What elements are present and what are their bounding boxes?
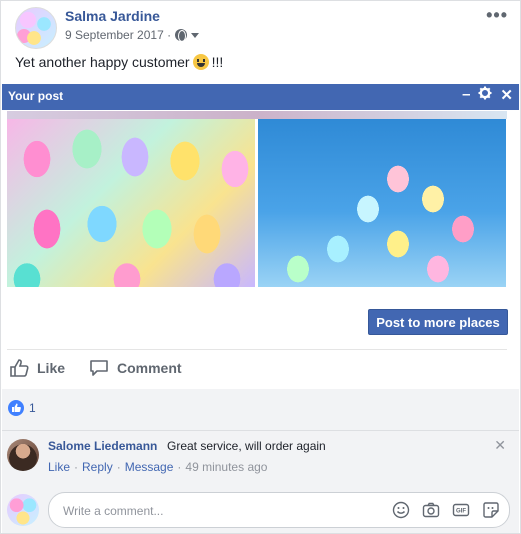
post-photo-1[interactable]: [7, 119, 255, 287]
current-user-avatar: [7, 494, 39, 526]
post-card: Salma Jardine 9 September 2017 · ••• Yet…: [0, 0, 521, 534]
emoji-icon[interactable]: [391, 500, 411, 520]
divider: [7, 349, 507, 350]
post-text: Yet another happy customer !!!: [15, 54, 223, 70]
svg-text:GIF: GIF: [456, 509, 466, 515]
comment-like-link[interactable]: Like: [48, 460, 70, 474]
comment-input[interactable]: [61, 493, 365, 529]
comment-actions: Like · Reply · Message · 49 minutes ago: [48, 460, 267, 474]
comment-reply-link[interactable]: Reply: [82, 460, 113, 474]
reaction-count: 1: [29, 401, 36, 415]
photo-strip: [7, 111, 507, 119]
separator-dot: ·: [116, 460, 121, 474]
chevron-down-icon[interactable]: [191, 32, 200, 38]
gear-icon[interactable]: [478, 86, 492, 104]
comment-composer: GIF: [48, 492, 510, 529]
commenter-avatar[interactable]: [7, 439, 39, 471]
your-post-panel-header: Your post – ✕: [2, 84, 519, 110]
author-avatar[interactable]: [15, 7, 57, 49]
close-icon[interactable]: ✕: [494, 437, 506, 454]
composer-icons: GIF: [391, 500, 501, 520]
comment-button[interactable]: Comment: [89, 359, 182, 377]
comment-text: Great service, will order again: [167, 439, 326, 453]
like-button[interactable]: Like: [9, 359, 65, 377]
post-photo-2[interactable]: [258, 119, 506, 287]
close-icon[interactable]: ✕: [500, 86, 513, 104]
globe-icon[interactable]: [175, 29, 188, 42]
panel-controls: – ✕: [462, 86, 513, 104]
post-text-main: Yet another happy customer: [15, 54, 190, 70]
like-label: Like: [37, 360, 66, 376]
post-date[interactable]: 9 September 2017 ·: [65, 28, 171, 42]
comment-bubble-icon: [90, 360, 108, 376]
post-text-suffix: !!!: [211, 54, 224, 70]
comment-label: Comment: [117, 360, 182, 376]
comment-timestamp[interactable]: 49 minutes ago: [185, 460, 267, 474]
more-options-icon[interactable]: •••: [486, 5, 508, 26]
commenter-name[interactable]: Salome Liedemann: [48, 439, 157, 453]
gif-icon[interactable]: GIF: [451, 500, 471, 520]
thumbs-up-icon: [10, 359, 29, 377]
camera-icon[interactable]: [421, 500, 441, 520]
minimize-icon[interactable]: –: [462, 86, 470, 104]
post-to-more-places-button[interactable]: Post to more places: [368, 309, 508, 335]
like-reaction-icon: [8, 400, 24, 416]
author-name[interactable]: Salma Jardine: [65, 8, 160, 24]
grinning-emoji-icon: [192, 54, 209, 70]
reactions-summary[interactable]: 1: [8, 400, 36, 416]
separator-dot: ·: [177, 460, 182, 474]
divider: [2, 430, 519, 431]
post-meta: 9 September 2017 ·: [65, 28, 200, 42]
panel-title: Your post: [8, 89, 64, 103]
sticker-icon[interactable]: [481, 500, 501, 520]
separator-dot: ·: [74, 460, 79, 474]
comment-message-link[interactable]: Message: [125, 460, 174, 474]
